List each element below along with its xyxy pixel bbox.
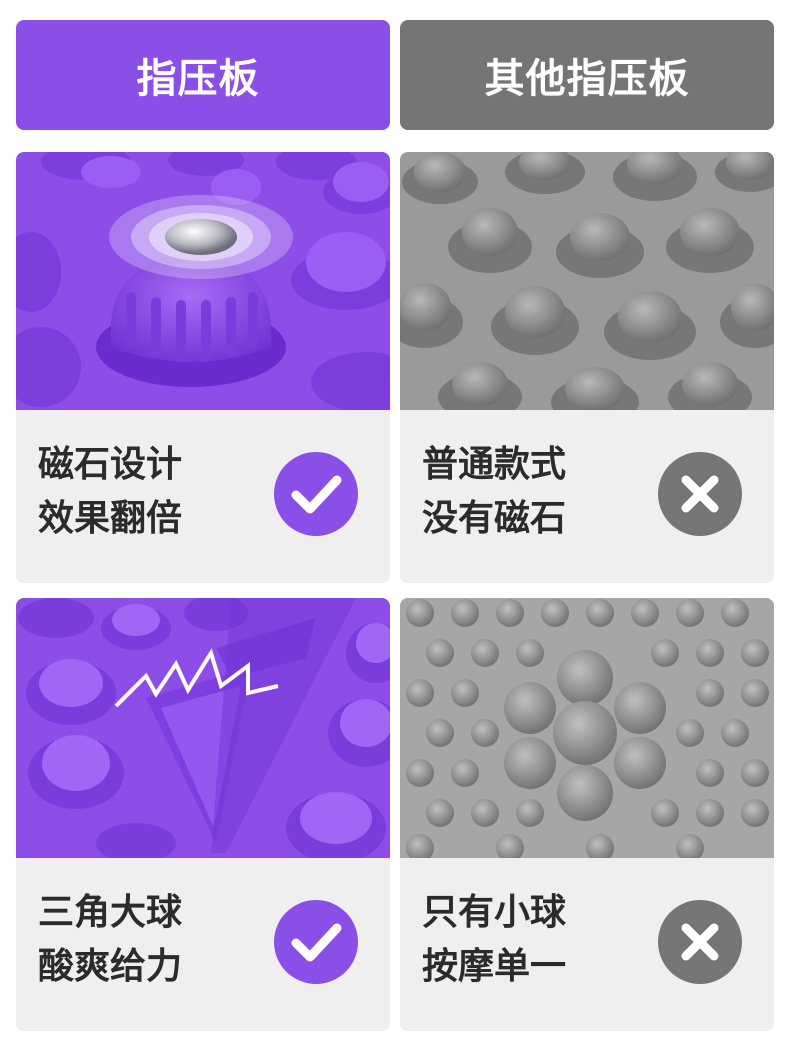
header-right-label: 其他指压板 (484, 56, 690, 102)
caption-line-1: 普通款式 (422, 444, 567, 485)
card-small-balls: 只有小球 按摩单一 (400, 598, 774, 1031)
card-triangle-ball: 三角大球 酸爽给力 (16, 598, 390, 1031)
caption-line-2: 没有磁石 (422, 498, 567, 539)
caption-text: 普通款式 没有磁石 (422, 438, 566, 546)
caption-line-1: 磁石设计 (38, 444, 183, 485)
caption-area: 普通款式 没有磁石 (400, 410, 774, 583)
card-magnet-design: 磁石设计 效果翻倍 (16, 152, 390, 583)
check-icon (272, 898, 360, 986)
caption-line-2: 酸爽给力 (38, 946, 183, 987)
caption-area: 只有小球 按摩单一 (400, 858, 774, 1031)
cross-icon (656, 450, 744, 538)
caption-text: 三角大球 酸爽给力 (38, 886, 182, 994)
caption-line-1: 只有小球 (422, 892, 567, 933)
caption-area: 磁石设计 效果翻倍 (16, 410, 390, 583)
caption-area: 三角大球 酸爽给力 (16, 858, 390, 1031)
gray-nub-board-photo (400, 152, 774, 410)
cross-icon (656, 898, 744, 986)
caption-line-2: 效果翻倍 (38, 498, 183, 539)
check-icon (272, 450, 360, 538)
header-left-label: 指压板 (136, 56, 260, 102)
caption-line-1: 三角大球 (38, 892, 183, 933)
purple-triangle-nub-photo (16, 598, 390, 858)
header-other-boards: 其他指压板 (400, 20, 774, 130)
header-acupressure-board: 指压板 (16, 20, 390, 130)
purple-magnet-nub-photo (16, 152, 390, 410)
caption-line-2: 按摩单一 (422, 946, 567, 987)
gray-small-ball-photo (400, 598, 774, 858)
caption-text: 磁石设计 效果翻倍 (38, 438, 182, 546)
card-ordinary-style: 普通款式 没有磁石 (400, 152, 774, 583)
caption-text: 只有小球 按摩单一 (422, 886, 566, 994)
